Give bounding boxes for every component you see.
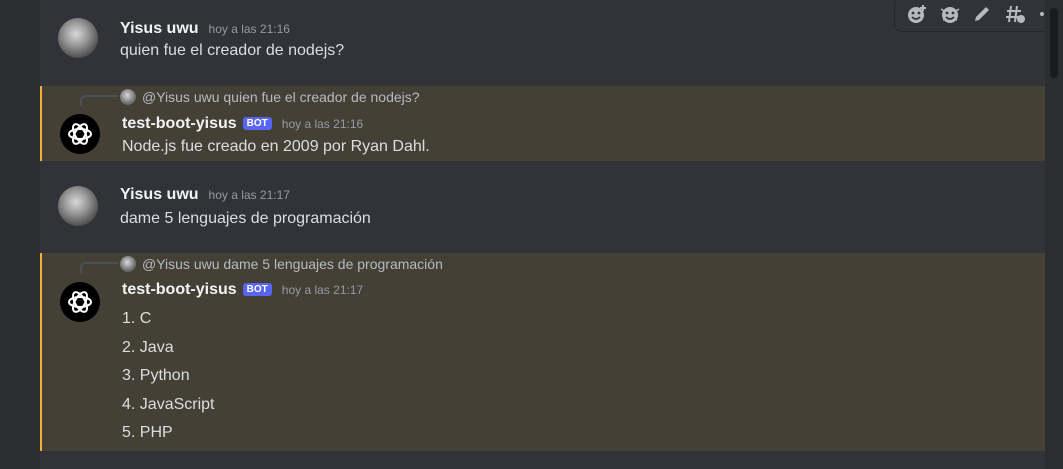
add-reaction-icon[interactable] (903, 0, 931, 28)
reply-preview[interactable]: @Yisus uwu quien fue el creador de nodej… (142, 89, 420, 105)
username[interactable]: Yisus uwu (120, 20, 199, 38)
reply-avatar[interactable] (120, 256, 136, 272)
bot-badge: BOT (242, 283, 272, 296)
timestamp: hoy a las 21:17 (281, 283, 364, 297)
scrollbar-thumb[interactable] (1050, 8, 1058, 78)
username[interactable]: Yisus uwu (120, 186, 199, 204)
message-item[interactable]: Yisus uwu hoy a las 21:16 quien fue el c… (40, 0, 1063, 78)
channel-sidebar-edge (0, 0, 40, 469)
list-item: 5. PHP (122, 424, 173, 441)
user-avatar[interactable] (58, 186, 98, 226)
message-header: test-boot-yisus BOT hoy a las 21:17 (122, 281, 363, 299)
username[interactable]: test-boot-yisus (122, 281, 237, 299)
timestamp: hoy a las 21:17 (208, 188, 290, 202)
reply-avatar[interactable] (120, 89, 136, 105)
super-reaction-icon[interactable] (936, 0, 964, 28)
edit-icon[interactable] (968, 0, 996, 28)
message-list: Yisus uwu hoy a las 21:16 quien fue el c… (40, 0, 1063, 469)
message-header: Yisus uwu hoy a las 21:17 (120, 186, 290, 204)
message-actions-toolbar (894, 0, 1063, 32)
username[interactable]: test-boot-yisus (122, 115, 237, 133)
reply-preview[interactable]: @Yisus uwu dame 5 lenguajes de programac… (142, 256, 443, 272)
message-header: test-boot-yisus BOT hoy a las 21:16 (122, 115, 363, 133)
message-content: dame 5 lenguajes de programación (120, 210, 371, 227)
list-item: 3. Python (122, 367, 190, 384)
list-item: 4. JavaScript (122, 396, 215, 413)
message-content: quien fue el creador de nodejs? (120, 42, 345, 59)
list-item: 1. C (122, 310, 152, 327)
message-item[interactable]: Yisus uwu hoy a las 21:17 dame 5 lenguaj… (40, 172, 1045, 244)
list-item: 2. Java (122, 339, 174, 356)
message-content: Node.js fue creado en 2009 por Ryan Dahl… (122, 138, 430, 155)
timestamp: hoy a las 21:16 (281, 117, 364, 131)
user-avatar[interactable] (58, 18, 98, 58)
message-header: Yisus uwu hoy a las 21:16 (120, 20, 290, 38)
create-thread-icon[interactable] (1001, 0, 1029, 28)
message-item-mention[interactable]: @Yisus uwu quien fue el creador de nodej… (40, 86, 1047, 161)
message-item-mention[interactable]: @Yisus uwu dame 5 lenguajes de programac… (40, 253, 1047, 451)
openai-logo-icon (68, 123, 92, 145)
timestamp: hoy a las 21:16 (208, 22, 290, 36)
bot-badge: BOT (242, 117, 272, 130)
bot-avatar[interactable] (60, 282, 100, 322)
reply-connector (80, 95, 118, 106)
bot-avatar[interactable] (60, 114, 100, 154)
openai-logo-icon (68, 291, 92, 313)
reply-connector (80, 262, 118, 273)
